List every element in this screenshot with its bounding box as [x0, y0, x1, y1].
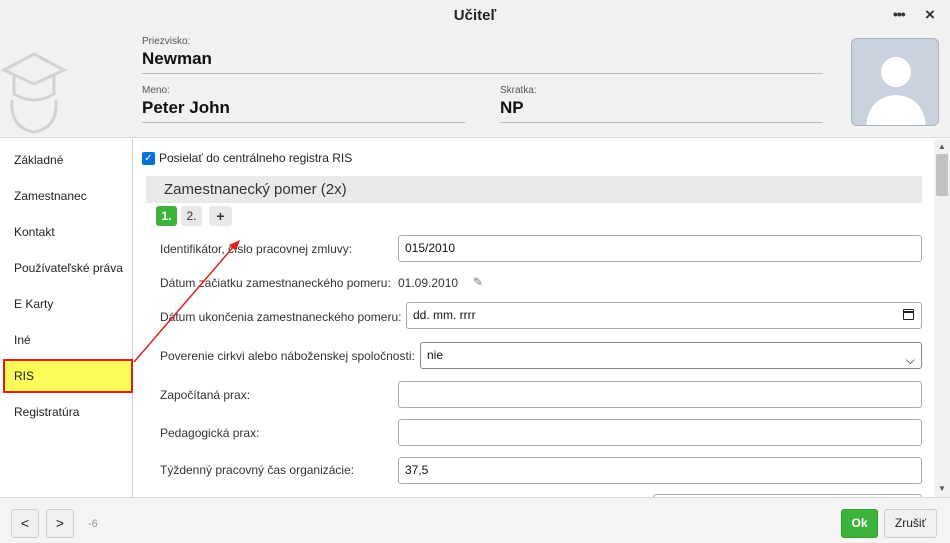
sidebar-item-pouzivatelske-prava[interactable]: Používateľské práva [0, 250, 133, 286]
scroll-down-icon[interactable]: ▼ [938, 484, 946, 493]
pedagogical-practice-label: Pedagogická prax: [160, 426, 260, 440]
church-mandate-label: Poverenie cirkvi alebo náboženskej spolo… [160, 349, 415, 363]
send-to-ris-row[interactable]: ✓ Posielať do centrálneho registra RIS [142, 151, 352, 165]
add-employment-button[interactable]: + [209, 206, 232, 226]
cancel-button[interactable]: Zrušiť [884, 509, 937, 538]
send-to-ris-label: Posielať do centrálneho registra RIS [159, 151, 353, 165]
surname-field: Priezvisko: Newman [142, 36, 823, 74]
contract-id-input[interactable]: 015/2010 [398, 235, 922, 262]
next-button[interactable]: > [46, 509, 74, 538]
sidebar-item-ine[interactable]: Iné [0, 322, 133, 358]
name-field: Meno: Peter John [142, 85, 465, 123]
previous-button[interactable]: < [11, 509, 39, 538]
surname-label: Priezvisko: [142, 36, 191, 47]
contract-id-label: Identifikátor, číslo pracovnej zmluvy: [160, 242, 353, 256]
end-date-input[interactable]: dd. mm. rrrr [406, 302, 922, 329]
sidebar-item-registratura[interactable]: Registratúra [0, 394, 133, 430]
scroll-up-icon[interactable]: ▲ [938, 142, 946, 151]
send-to-ris-checkbox[interactable]: ✓ [142, 151, 155, 165]
church-mandate-value: nie [427, 348, 444, 362]
edit-pencil-icon[interactable]: ✎ [473, 275, 483, 289]
employment-tab-2[interactable]: 2. [181, 206, 202, 226]
sidebar-item-kontakt[interactable]: Kontakt [0, 214, 133, 250]
section-title: Zamestnanecký pomer (2x) [146, 176, 922, 203]
end-date-label: Dátum ukončenia zamestnaneckého pomeru: [160, 310, 402, 324]
title-bar: Učiteľ ••• × [0, 0, 950, 32]
employment-tab-1[interactable]: 1. [156, 206, 177, 226]
close-icon[interactable]: × [925, 5, 935, 25]
sidebar: Základné Zamestnanec Kontakt Používateľs… [0, 139, 133, 497]
window-title: Učiteľ [453, 7, 497, 24]
credited-practice-label: Započítaná prax: [160, 388, 251, 402]
name-value[interactable]: Peter John [142, 98, 465, 123]
chevron-down-icon: ⌵ [905, 353, 915, 367]
person-header: Priezvisko: Newman Meno: Peter John Skra… [0, 32, 950, 138]
avatar[interactable] [851, 38, 939, 126]
surname-value[interactable]: Newman [142, 49, 823, 74]
ris-form: ✓ Posielať do centrálneho registra RIS Z… [134, 139, 934, 497]
sidebar-item-ris[interactable]: RIS [3, 359, 133, 393]
scrollbar-thumb[interactable] [936, 154, 948, 196]
sidebar-item-e-karty[interactable]: E Karty [0, 286, 133, 322]
calendar-icon[interactable] [903, 309, 914, 320]
credited-practice-input[interactable] [398, 381, 922, 408]
church-mandate-select[interactable]: nie ⌵ [420, 342, 922, 369]
ok-button[interactable]: Ok [841, 509, 878, 538]
person-silhouette-icon [866, 57, 926, 125]
start-date-value: 01.09.2010 [398, 276, 459, 290]
pedagogical-practice-input[interactable] [398, 419, 922, 446]
teacher-watermark-icon [0, 52, 68, 134]
weekly-hours-label: Týždenný pracovný čas organizácie: [160, 463, 355, 477]
abbreviation-value[interactable]: NP [500, 98, 823, 123]
more-dots-icon[interactable]: ••• [893, 6, 906, 22]
weekly-hours-input[interactable]: 37,5 [398, 457, 922, 484]
start-date-label: Dátum začiatku zamestnaneckého pomeru: [160, 276, 391, 290]
abbreviation-field: Skratka: NP [500, 85, 823, 123]
abbreviation-label: Skratka: [500, 85, 537, 96]
record-counter: -6 [88, 518, 98, 530]
sidebar-item-zakladne[interactable]: Základné [0, 142, 133, 178]
footer: < > -6 Ok Zrušiť [0, 497, 950, 543]
name-label: Meno: [142, 85, 170, 96]
sidebar-item-zamestnanec[interactable]: Zamestnanec [0, 178, 133, 214]
end-date-placeholder: dd. mm. rrrr [413, 308, 476, 322]
